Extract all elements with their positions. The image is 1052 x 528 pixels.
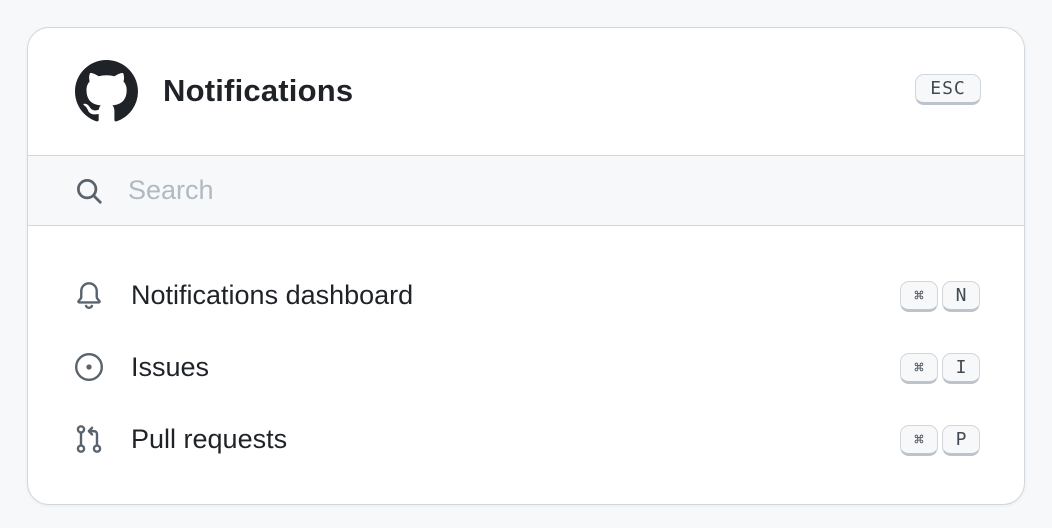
search-input[interactable] bbox=[128, 168, 968, 212]
list-item-issues[interactable]: Issues ⌘ I bbox=[28, 337, 1024, 397]
command-key: ⌘ bbox=[900, 425, 938, 456]
list-item-label: Pull requests bbox=[131, 424, 288, 454]
bell-icon bbox=[77, 282, 101, 310]
notifications-panel: Notifications ESC Notifications dashboar… bbox=[27, 27, 1025, 505]
shortcut-key: I bbox=[942, 353, 980, 384]
list-item-notifications-dashboard[interactable]: Notifications dashboard ⌘ N bbox=[28, 265, 1024, 325]
shortcut-key: N bbox=[942, 281, 980, 312]
search-bar bbox=[28, 156, 1024, 226]
git-pull-request-icon bbox=[76, 425, 102, 453]
search-icon bbox=[77, 179, 102, 204]
page-title: Notifications bbox=[163, 73, 354, 108]
github-mark-icon[interactable] bbox=[75, 60, 138, 123]
list-item-label: Issues bbox=[131, 352, 210, 382]
panel-header: Notifications ESC bbox=[28, 28, 1024, 156]
command-key: ⌘ bbox=[900, 281, 938, 312]
esc-close-button[interactable]: ESC bbox=[915, 74, 981, 105]
shortcut-key: P bbox=[942, 425, 980, 456]
list-item-label: Notifications dashboard bbox=[131, 280, 414, 310]
command-key: ⌘ bbox=[900, 353, 938, 384]
issue-opened-icon bbox=[74, 352, 104, 382]
list-item-pull-requests[interactable]: Pull requests ⌘ P bbox=[28, 409, 1024, 469]
